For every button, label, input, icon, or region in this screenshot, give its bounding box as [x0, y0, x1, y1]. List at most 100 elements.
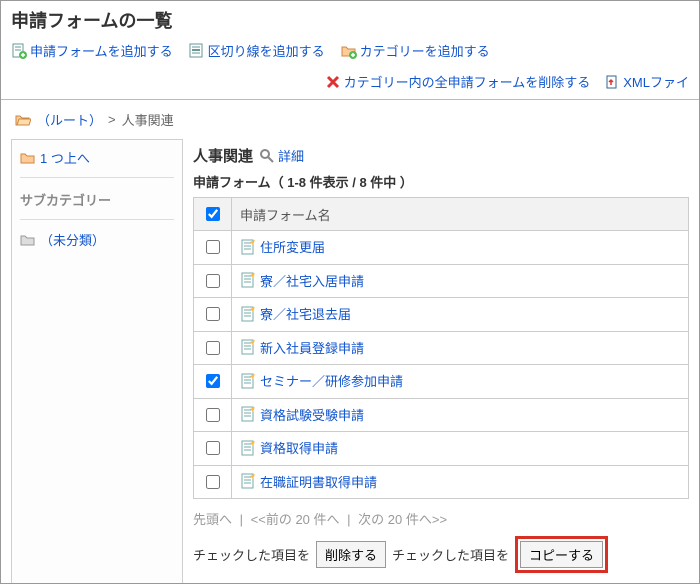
- row-name-cell: 寮／社宅入居申請: [232, 264, 689, 298]
- row-name-cell: 資格試験受験申請: [232, 398, 689, 432]
- sidebar-up-link[interactable]: 1 つ上へ: [20, 148, 174, 178]
- row-name-cell: 資格取得申請: [232, 432, 689, 466]
- breadcrumb: （ルート） > 人事関連: [1, 100, 699, 139]
- row-checkbox-cell: [194, 398, 232, 432]
- folder-open-icon: [15, 112, 31, 128]
- row-checkbox-cell: [194, 365, 232, 399]
- table-row: 資格試験受験申請: [194, 398, 689, 432]
- sidebar-item-uncategorized[interactable]: （未分類）: [20, 220, 174, 259]
- form-icon: [240, 272, 256, 288]
- divider-add-icon: [189, 43, 205, 59]
- sidebar-up-label: 1 つ上へ: [40, 148, 90, 167]
- add-category-link[interactable]: カテゴリーを追加する: [341, 41, 490, 60]
- sidebar-folder-label: （未分類）: [40, 230, 105, 249]
- row-checkbox-cell: [194, 264, 232, 298]
- table-row: 寮／社宅入居申請: [194, 264, 689, 298]
- xml-file-link[interactable]: XMLファイ: [604, 72, 689, 91]
- main-subtitle: 申請フォーム（ 1-8 件表示 / 8 件中 ）: [193, 172, 689, 191]
- form-link[interactable]: 資格試験受験申請: [240, 405, 364, 424]
- select-all-checkbox[interactable]: [206, 207, 220, 221]
- table-header-row: 申請フォーム名: [194, 198, 689, 231]
- row-checkbox-cell: [194, 465, 232, 499]
- sidebar-subcat-title: サブカテゴリー: [20, 178, 174, 220]
- add-form-link[interactable]: 申請フォームを追加する: [11, 41, 173, 60]
- app-window: 申請フォームの一覧 申請フォームを追加する 区切り線を追加する カテゴリーを追加…: [0, 0, 700, 584]
- form-link[interactable]: 新入社員登録申請: [240, 338, 364, 357]
- main-pane: 人事関連 詳細 申請フォーム（ 1-8 件表示 / 8 件中 ） 申請フォーム名: [183, 139, 689, 584]
- table-row: 資格取得申請: [194, 432, 689, 466]
- form-link[interactable]: セミナー／研修参加申請: [240, 371, 403, 390]
- checked-prefix-copy: チェックした項目を: [392, 545, 509, 564]
- delete-all-forms-link[interactable]: カテゴリー内の全申請フォームを削除する: [325, 72, 591, 91]
- folder-add-icon: [341, 43, 357, 59]
- form-label: 新入社員登録申請: [260, 338, 364, 357]
- row-checkbox[interactable]: [206, 374, 220, 388]
- row-name-cell: 住所変更届: [232, 231, 689, 265]
- sidebar: 1 つ上へ サブカテゴリー （未分類）: [11, 139, 183, 584]
- page-title: 申請フォームの一覧: [1, 1, 699, 37]
- form-icon: [240, 239, 256, 255]
- checked-prefix-delete: チェックした項目を: [193, 545, 310, 564]
- table-row: 寮／社宅退去届: [194, 298, 689, 332]
- row-checkbox[interactable]: [206, 274, 220, 288]
- row-name-cell: 新入社員登録申請: [232, 331, 689, 365]
- pager-next[interactable]: 次の 20 件へ>>: [358, 512, 447, 527]
- breadcrumb-sep: >: [108, 112, 116, 127]
- table-row: 新入社員登録申請: [194, 331, 689, 365]
- copy-button[interactable]: コピーする: [520, 541, 603, 568]
- row-checkbox[interactable]: [206, 475, 220, 489]
- form-label: 住所変更届: [260, 237, 325, 256]
- form-label: セミナー／研修参加申請: [260, 371, 403, 390]
- folder-up-icon: [20, 150, 36, 166]
- main-title-row: 人事関連 詳細: [193, 145, 689, 166]
- form-link[interactable]: 寮／社宅退去届: [240, 304, 351, 323]
- copy-highlight-box: コピーする: [515, 536, 608, 573]
- form-icon: [240, 306, 256, 322]
- row-name-cell: 寮／社宅退去届: [232, 298, 689, 332]
- pager-sep: |: [347, 512, 350, 527]
- form-icon: [240, 339, 256, 355]
- detail-link[interactable]: 詳細: [259, 146, 304, 165]
- xml-file-label: XMLファイ: [623, 72, 689, 91]
- table-row: 住所変更届: [194, 231, 689, 265]
- delete-button[interactable]: 削除する: [316, 541, 386, 568]
- bottom-actions: チェックした項目を 削除する チェックした項目を コピーする: [193, 532, 689, 577]
- row-checkbox-cell: [194, 331, 232, 365]
- row-checkbox-cell: [194, 432, 232, 466]
- table-row: セミナー／研修参加申請: [194, 365, 689, 399]
- form-label: 資格試験受験申請: [260, 405, 364, 424]
- form-label: 寮／社宅退去届: [260, 304, 351, 323]
- form-icon: [240, 440, 256, 456]
- form-link[interactable]: 在職証明書取得申請: [240, 472, 377, 491]
- delete-all-label: カテゴリー内の全申請フォームを削除する: [344, 72, 591, 91]
- row-checkbox[interactable]: [206, 240, 220, 254]
- pager: 先頭へ | <<前の 20 件へ | 次の 20 件へ>>: [193, 499, 689, 532]
- form-link[interactable]: 寮／社宅入居申請: [240, 271, 364, 290]
- form-icon: [240, 406, 256, 422]
- header-name-cell: 申請フォーム名: [232, 198, 689, 231]
- form-link[interactable]: 住所変更届: [240, 237, 325, 256]
- add-divider-label: 区切り線を追加する: [208, 41, 325, 60]
- pager-prev[interactable]: <<前の 20 件へ: [251, 512, 340, 527]
- detail-link-label: 詳細: [278, 146, 304, 165]
- breadcrumb-current: 人事関連: [122, 110, 174, 129]
- row-checkbox[interactable]: [206, 441, 220, 455]
- magnifier-icon: [259, 148, 275, 164]
- table-row: 在職証明書取得申請: [194, 465, 689, 499]
- row-checkbox[interactable]: [206, 307, 220, 321]
- row-checkbox[interactable]: [206, 341, 220, 355]
- header-checkbox-cell: [194, 198, 232, 231]
- pager-first[interactable]: 先頭へ: [193, 512, 232, 527]
- add-category-label: カテゴリーを追加する: [360, 41, 490, 60]
- pager-sep: |: [240, 512, 243, 527]
- main-title: 人事関連: [193, 145, 253, 166]
- form-label: 寮／社宅入居申請: [260, 271, 364, 290]
- row-name-cell: 在職証明書取得申請: [232, 465, 689, 499]
- add-divider-link[interactable]: 区切り線を追加する: [189, 41, 325, 60]
- row-checkbox[interactable]: [206, 408, 220, 422]
- form-link[interactable]: 資格取得申請: [240, 438, 338, 457]
- xml-export-icon: [604, 74, 620, 90]
- form-label: 資格取得申請: [260, 438, 338, 457]
- delete-x-icon: [325, 74, 341, 90]
- breadcrumb-root[interactable]: （ルート）: [37, 110, 102, 129]
